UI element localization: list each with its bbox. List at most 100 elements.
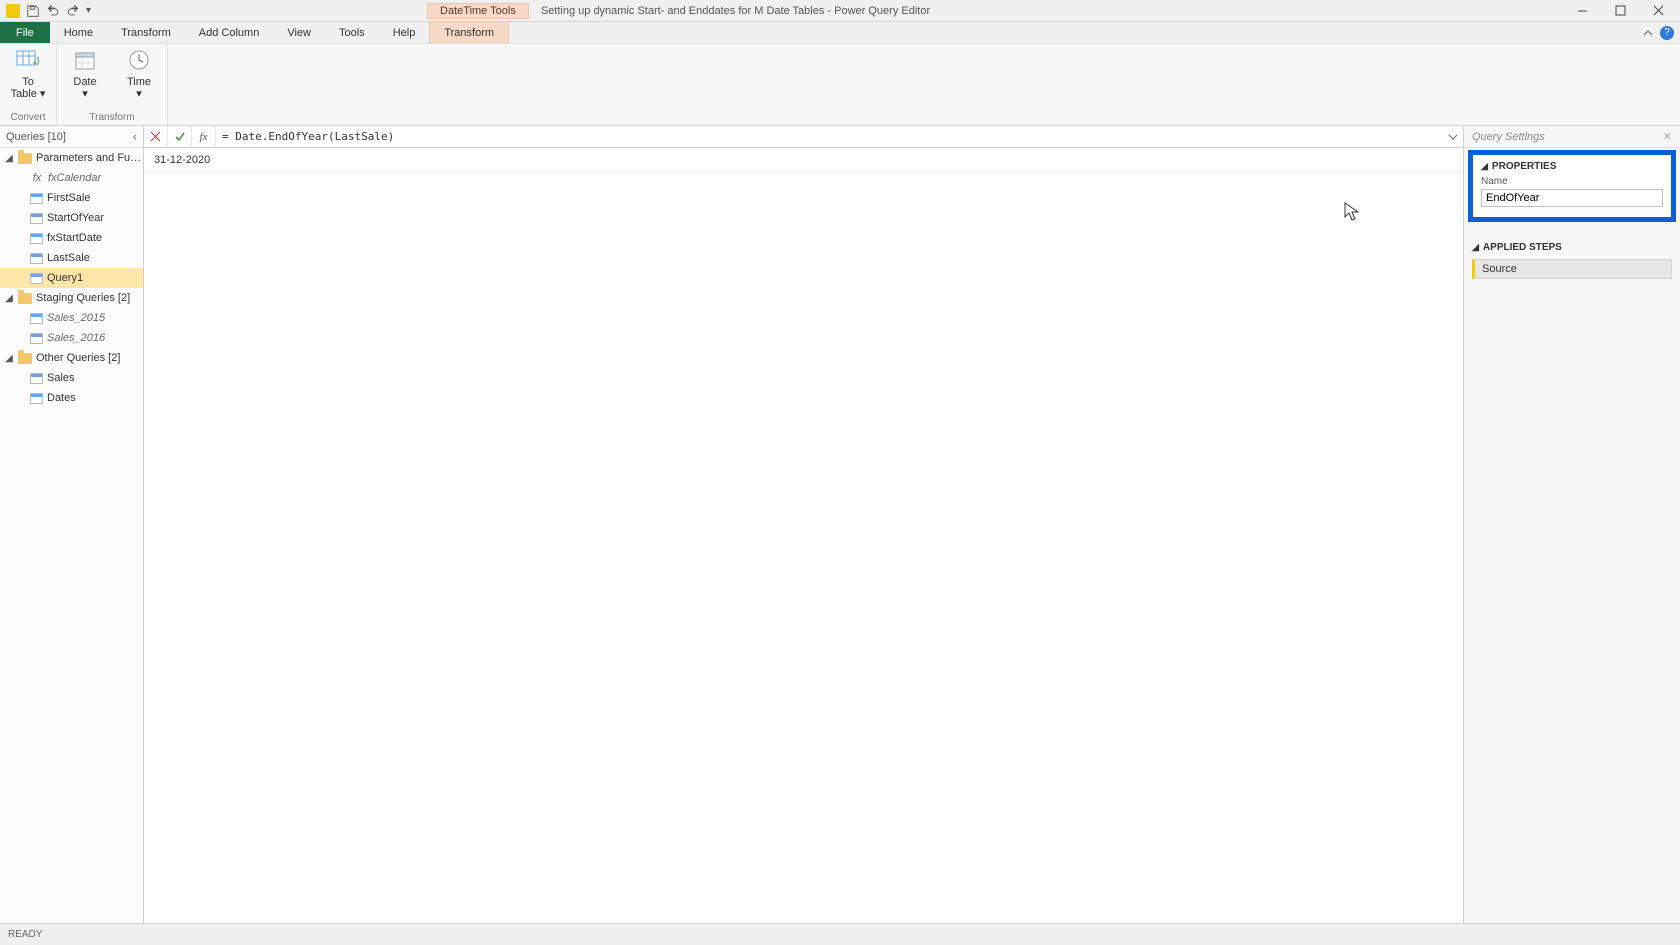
table-icon xyxy=(30,233,43,244)
table-icon xyxy=(30,333,43,344)
minimize-button[interactable] xyxy=(1568,1,1596,21)
folder-icon xyxy=(18,153,32,164)
center-area: fx 31-12-2020 xyxy=(144,126,1464,923)
query-dates[interactable]: Dates xyxy=(0,388,143,408)
ribbon-body: ToTable ▾ Convert Date▾ Time▾ Transform xyxy=(0,44,1680,126)
table-icon xyxy=(30,213,43,224)
to-table-button[interactable]: ToTable ▾ xyxy=(8,46,48,100)
help-icon[interactable]: ? xyxy=(1660,26,1674,40)
ribbon-group-label: Convert xyxy=(10,112,45,125)
to-table-icon xyxy=(14,46,42,74)
query-label: StartOfYear xyxy=(47,212,104,224)
query-sales2015[interactable]: Sales_2015 xyxy=(0,308,143,328)
query-settings-pane: Query Settings ✕ ◢ PROPERTIES Name ◢ APP… xyxy=(1464,126,1680,923)
formula-input[interactable] xyxy=(216,126,1443,147)
name-label: Name xyxy=(1481,176,1663,187)
maximize-button[interactable] xyxy=(1606,1,1634,21)
window-title: Setting up dynamic Start- and Enddates f… xyxy=(541,5,930,17)
tab-transform[interactable]: Transform xyxy=(107,22,185,43)
properties-highlight: ◢ PROPERTIES Name xyxy=(1468,150,1676,222)
query-group-other[interactable]: ◢ Other Queries [2] xyxy=(0,348,143,368)
query-sales2016[interactable]: Sales_2016 xyxy=(0,328,143,348)
commit-formula-icon[interactable] xyxy=(168,126,192,148)
tab-tools[interactable]: Tools xyxy=(325,22,379,43)
query-label: fxCalendar xyxy=(48,172,101,184)
query-lastsale[interactable]: LastSale xyxy=(0,248,143,268)
date-label: Date xyxy=(73,76,96,88)
qat-more[interactable]: ▾ xyxy=(86,5,91,16)
main-area: Queries [10] › ◢ Parameters and Fu… fx f… xyxy=(0,126,1680,923)
queries-pane-title: Queries [10] xyxy=(6,131,66,143)
time-button[interactable]: Time▾ xyxy=(119,46,159,100)
folder-icon xyxy=(18,293,32,304)
formula-expand-icon[interactable] xyxy=(1443,132,1463,142)
status-text: READY xyxy=(8,929,42,940)
close-icon[interactable]: ✕ xyxy=(1663,130,1672,143)
status-bar: READY xyxy=(0,923,1680,945)
query-group-staging[interactable]: ◢ Staging Queries [2] xyxy=(0,288,143,308)
data-preview: 31-12-2020 xyxy=(144,148,1463,923)
applied-steps-header[interactable]: ◢ APPLIED STEPS xyxy=(1472,242,1672,253)
properties-header[interactable]: ◢ PROPERTIES xyxy=(1481,161,1663,172)
query-settings-label: Query Settings xyxy=(1472,131,1545,143)
applied-steps-section: ◢ APPLIED STEPS Source xyxy=(1472,242,1672,279)
query-query1[interactable]: Query1 xyxy=(0,268,143,288)
time-drop: ▾ xyxy=(136,88,142,100)
query-label: Sales_2016 xyxy=(47,332,105,344)
table-icon xyxy=(30,273,43,284)
cancel-formula-icon[interactable] xyxy=(144,126,168,148)
preview-row[interactable]: 31-12-2020 xyxy=(144,148,1463,172)
tab-contextual-transform[interactable]: Transform xyxy=(429,22,509,43)
window-controls xyxy=(1568,1,1680,21)
query-label: Sales_2015 xyxy=(47,312,105,324)
function-icon: fx xyxy=(30,172,44,184)
query-firstsale[interactable]: FirstSale xyxy=(0,188,143,208)
to-table-label-2: Table ▾ xyxy=(11,88,46,100)
collapse-icon: ◢ xyxy=(1472,242,1479,253)
tab-file[interactable]: File xyxy=(0,22,50,43)
group-label: Parameters and Fu… xyxy=(36,152,141,164)
date-button[interactable]: Date▾ xyxy=(65,46,105,100)
query-fxstartdate[interactable]: fxStartDate xyxy=(0,228,143,248)
tab-view[interactable]: View xyxy=(273,22,325,43)
collapse-ribbon-icon[interactable] xyxy=(1640,25,1656,41)
query-sales[interactable]: Sales xyxy=(0,368,143,388)
collapse-icon: ◢ xyxy=(1481,161,1488,172)
tab-home[interactable]: Home xyxy=(50,22,107,43)
folder-icon xyxy=(18,353,32,364)
query-label: LastSale xyxy=(47,252,90,264)
time-label: Time xyxy=(127,76,151,88)
table-icon xyxy=(30,253,43,264)
tab-help[interactable]: Help xyxy=(379,22,430,43)
mouse-cursor-icon xyxy=(1344,202,1360,222)
query-fxcalendar[interactable]: fx fxCalendar xyxy=(0,168,143,188)
expand-icon[interactable]: ◢ xyxy=(4,293,14,304)
query-name-input[interactable] xyxy=(1481,189,1663,207)
ribbon-group-convert: ToTable ▾ Convert xyxy=(0,44,57,125)
fx-icon[interactable]: fx xyxy=(192,126,216,148)
collapse-queries-icon[interactable]: › xyxy=(133,131,137,143)
table-icon xyxy=(30,373,43,384)
table-icon xyxy=(30,193,43,204)
redo-icon[interactable] xyxy=(66,4,80,18)
ribbon-group-label: Transform xyxy=(89,112,134,125)
undo-icon[interactable] xyxy=(46,4,60,18)
tab-add-column[interactable]: Add Column xyxy=(185,22,274,43)
save-icon[interactable] xyxy=(26,4,40,18)
queries-pane-header: Queries [10] › xyxy=(0,126,143,148)
date-icon xyxy=(71,46,99,74)
ribbon-group-transform: Date▾ Time▾ Transform xyxy=(57,44,168,125)
to-table-label-1: To xyxy=(22,76,34,88)
applied-step-source[interactable]: Source xyxy=(1472,259,1672,279)
expand-icon[interactable]: ◢ xyxy=(4,153,14,164)
expand-icon[interactable]: ◢ xyxy=(4,353,14,364)
query-startofyear[interactable]: StartOfYear xyxy=(0,208,143,228)
query-label: fxStartDate xyxy=(47,232,102,244)
query-settings-title: Query Settings ✕ xyxy=(1464,126,1680,148)
table-icon xyxy=(30,393,43,404)
applied-steps-list: Source xyxy=(1472,259,1672,279)
formula-bar: fx xyxy=(144,126,1463,148)
query-group-parameters[interactable]: ◢ Parameters and Fu… xyxy=(0,148,143,168)
properties-label: PROPERTIES xyxy=(1492,161,1556,172)
close-button[interactable] xyxy=(1644,1,1672,21)
